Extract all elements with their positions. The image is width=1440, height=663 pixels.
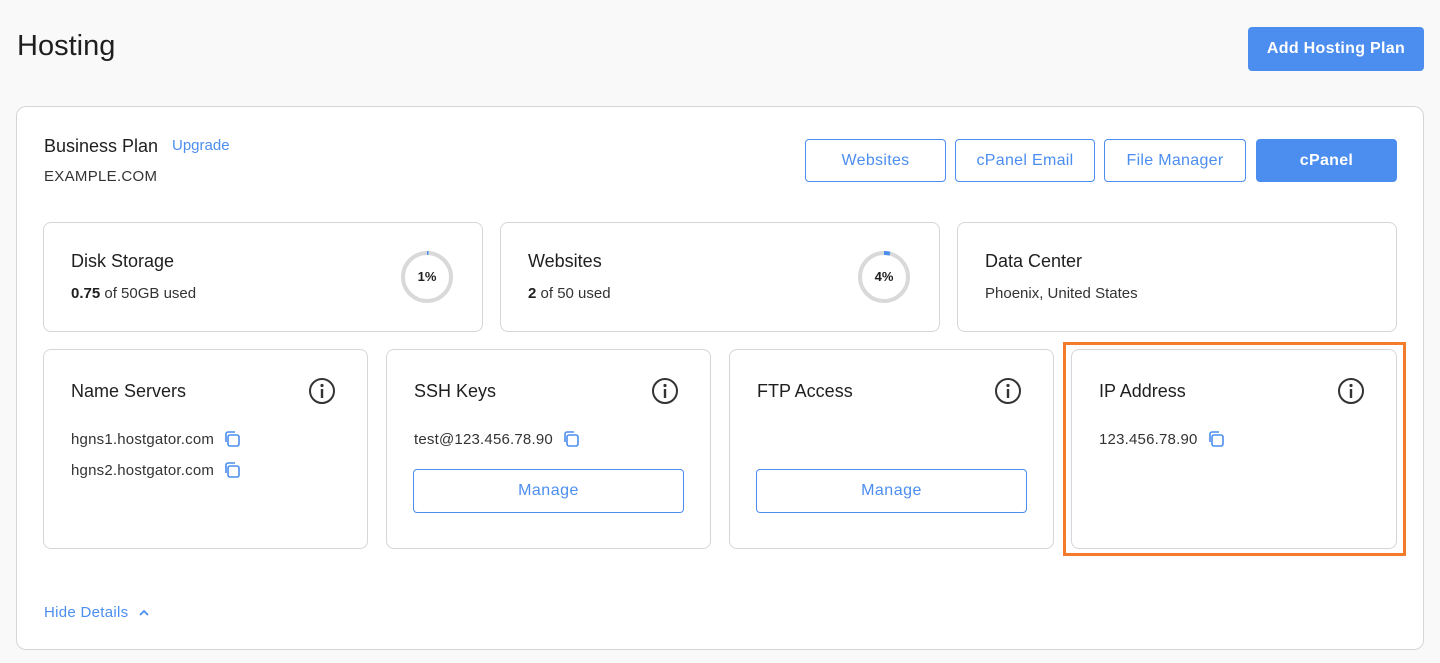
info-icon[interactable] — [651, 377, 679, 405]
ip-address-title: IP Address — [1099, 381, 1186, 401]
page-title: Hosting — [17, 30, 116, 62]
ip-address-card: IP Address 123.456.78.90 — [1071, 349, 1397, 549]
data-center-title: Data Center — [985, 251, 1083, 271]
ssh-keys-card: SSH Keys test@123.456.78.90 Manage — [386, 349, 711, 549]
plan-domain: EXAMPLE.COM — [44, 168, 158, 185]
websites-button[interactable]: Websites — [805, 139, 946, 182]
file-manager-button[interactable]: File Manager — [1104, 139, 1246, 182]
websites-used-value: 2 — [528, 285, 537, 302]
disk-storage-title: Disk Storage — [71, 251, 175, 271]
info-icon[interactable] — [994, 377, 1022, 405]
disk-storage-card: Disk Storage 0.75 of 50GB used 1% — [43, 222, 483, 332]
name-server-2: hgns2.hostgator.com — [71, 461, 241, 479]
disk-usage-percent: 1% — [417, 269, 437, 284]
disk-used-rest: of 50GB used — [104, 285, 197, 302]
websites-usage: 2 of 50 used — [528, 285, 611, 302]
ssh-keys-title: SSH Keys — [414, 381, 497, 401]
ftp-access-title: FTP Access — [757, 381, 853, 401]
name-server-1: hgns1.hostgator.com — [71, 430, 241, 448]
disk-usage-ring: 1% — [400, 250, 454, 304]
add-hosting-plan-button[interactable]: Add Hosting Plan — [1248, 27, 1424, 71]
ip-address-row: 123.456.78.90 — [1099, 430, 1225, 448]
ssh-key-value: test@123.456.78.90 — [414, 430, 553, 448]
ftp-access-card: FTP Access Manage — [729, 349, 1054, 549]
cpanel-button[interactable]: cPanel — [1256, 139, 1397, 182]
chevron-up-icon — [139, 609, 150, 616]
disk-storage-usage: 0.75 of 50GB used — [71, 285, 196, 302]
ip-address-value: 123.456.78.90 — [1099, 430, 1198, 448]
hosting-plan-card: Business Plan Upgrade EXAMPLE.COM Websit… — [16, 106, 1424, 650]
name-server-2-value: hgns2.hostgator.com — [71, 461, 215, 479]
name-servers-card: Name Servers hgns1.hostgator.com hgns2.h… — [43, 349, 368, 549]
plan-name: Business Plan — [44, 136, 159, 156]
name-servers-title: Name Servers — [71, 381, 187, 401]
copy-icon[interactable] — [562, 430, 580, 448]
websites-stat-title: Websites — [528, 251, 602, 271]
websites-usage-percent: 4% — [874, 269, 894, 284]
cpanel-email-button[interactable]: cPanel Email — [955, 139, 1095, 182]
upgrade-link[interactable]: Upgrade — [172, 137, 230, 154]
copy-icon[interactable] — [223, 461, 241, 479]
hide-details-toggle[interactable]: Hide Details — [44, 604, 150, 621]
info-icon[interactable] — [1337, 377, 1365, 405]
ssh-manage-button[interactable]: Manage — [413, 469, 684, 513]
hide-details-label: Hide Details — [44, 604, 129, 621]
websites-stat-card: Websites 2 of 50 used 4% — [500, 222, 940, 332]
websites-usage-ring: 4% — [857, 250, 911, 304]
ssh-key-row: test@123.456.78.90 — [414, 430, 580, 448]
data-center-card: Data Center Phoenix, United States — [957, 222, 1397, 332]
ftp-manage-button[interactable]: Manage — [756, 469, 1027, 513]
data-center-location: Phoenix, United States — [985, 285, 1138, 302]
websites-used-rest: of 50 used — [540, 285, 611, 302]
copy-icon[interactable] — [1207, 430, 1225, 448]
copy-icon[interactable] — [223, 430, 241, 448]
name-server-1-value: hgns1.hostgator.com — [71, 430, 215, 448]
info-icon[interactable] — [308, 377, 336, 405]
disk-used-value: 0.75 — [71, 285, 101, 302]
